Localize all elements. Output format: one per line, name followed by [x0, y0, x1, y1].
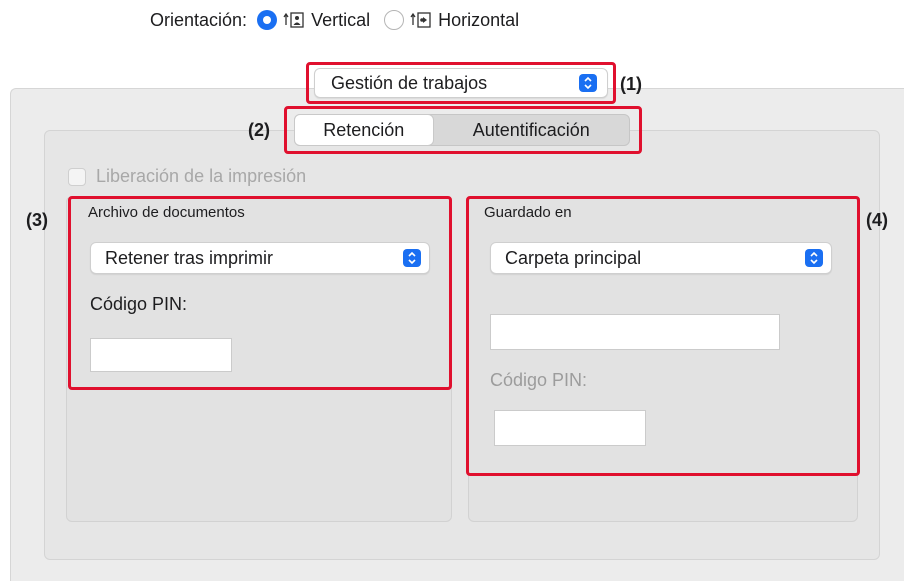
job-management-select[interactable]: Gestión de trabajos	[314, 68, 608, 98]
job-management-value: Gestión de trabajos	[331, 72, 488, 93]
radio-vertical[interactable]	[257, 10, 278, 30]
saved-in-select[interactable]: Carpeta principal	[490, 242, 832, 274]
select-stepper-icon	[579, 74, 597, 92]
pin-label-left: Código PIN:	[90, 294, 188, 314]
option-vertical-label: Vertical	[311, 9, 371, 30]
pin-field-left[interactable]	[90, 338, 232, 372]
saved-in-title: Guardado en	[484, 204, 572, 221]
landscape-icon	[410, 11, 432, 29]
orientation-row: Orientación: Vertical Horizontal	[150, 8, 533, 32]
portrait-icon	[283, 11, 305, 29]
radio-horizontal[interactable]	[384, 10, 405, 30]
tab-bar: Retención Autentificación	[294, 114, 630, 146]
saved-in-value: Carpeta principal	[505, 247, 642, 268]
release-checkbox[interactable]	[68, 167, 86, 186]
callout-label-2: (2)	[248, 120, 270, 140]
callout-label-1: (1)	[620, 74, 642, 94]
callout-label-4: (4)	[866, 210, 888, 230]
folder-name-field[interactable]	[490, 314, 780, 350]
callout-label-3: (3)	[26, 210, 48, 230]
release-label: Liberación de la impresión	[96, 166, 307, 186]
tab-autentificacion[interactable]: Autentificación	[434, 115, 629, 145]
tab-retencion[interactable]: Retención	[294, 114, 434, 146]
document-filing-value: Retener tras imprimir	[105, 247, 274, 268]
pin-label-right: Código PIN:	[490, 370, 588, 390]
select-stepper-icon	[403, 249, 421, 267]
document-filing-title: Archivo de documentos	[88, 204, 245, 221]
release-row: Liberación de la impresión	[68, 166, 306, 187]
pin-field-right[interactable]	[494, 410, 646, 446]
option-horizontal-label: Horizontal	[438, 9, 520, 30]
orientation-label: Orientación:	[150, 9, 248, 30]
document-filing-select[interactable]: Retener tras imprimir	[90, 242, 430, 274]
select-stepper-icon	[805, 249, 823, 267]
